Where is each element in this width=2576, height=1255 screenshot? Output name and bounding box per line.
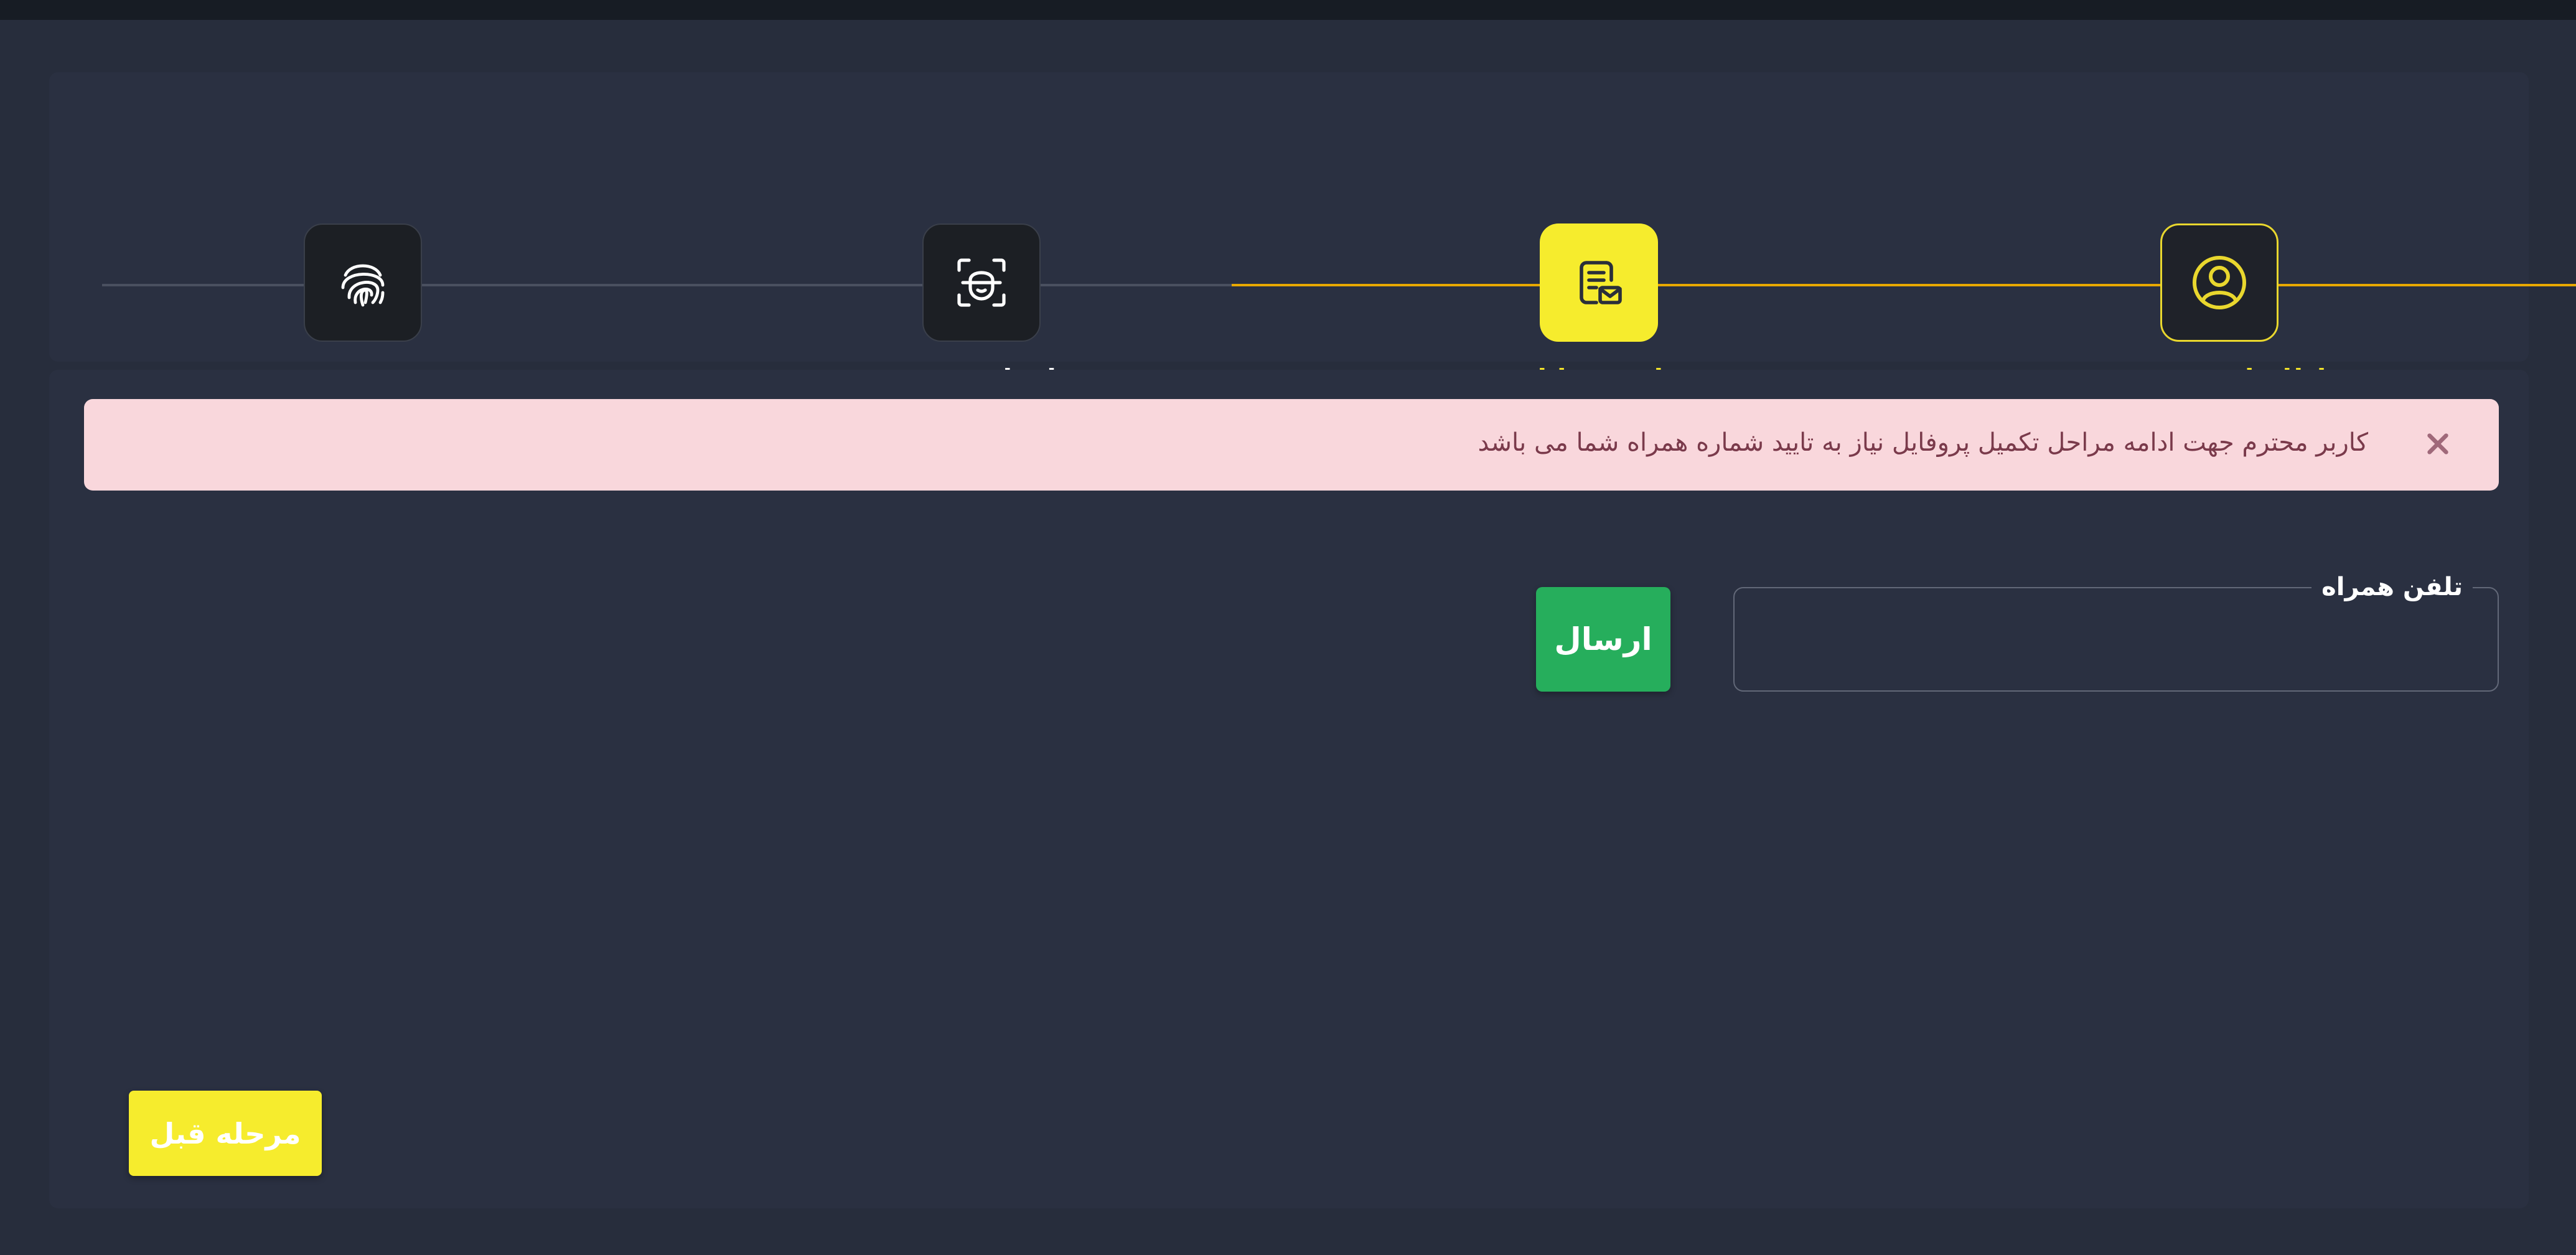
progress-line-completed [1232, 284, 2576, 286]
face-scan-icon [957, 258, 1006, 307]
previous-step-button[interactable]: مرحله قبل [129, 1091, 322, 1176]
step-personal-info[interactable] [2160, 223, 2279, 342]
send-button[interactable]: ارسال [1536, 587, 1670, 692]
phone-field: تلفن همراه [1733, 565, 2499, 692]
top-bar [0, 0, 2576, 20]
user-icon [2193, 256, 2246, 309]
close-icon [2427, 433, 2448, 454]
step-identity-verify[interactable] [922, 223, 1041, 342]
stepper-card: اطلاعات شخصی تایید موبایل احراز هویت [49, 72, 2576, 394]
step-mobile-verify[interactable] [1540, 223, 1658, 342]
alert-message: کاربر محترم جهت ادامه مراحل تکمیل پروفای… [1478, 428, 2368, 457]
alert-banner: کاربر محترم جهت ادامه مراحل تکمیل پروفای… [84, 399, 2499, 491]
mobile-verify-icon [1580, 261, 1622, 304]
phone-input[interactable] [1747, 601, 2488, 679]
step-status[interactable] [304, 223, 422, 342]
fingerprint-icon [341, 264, 385, 307]
progress-line-pending [102, 284, 1244, 286]
alert-close-button[interactable] [2420, 426, 2455, 461]
content-panel [49, 370, 2529, 1208]
